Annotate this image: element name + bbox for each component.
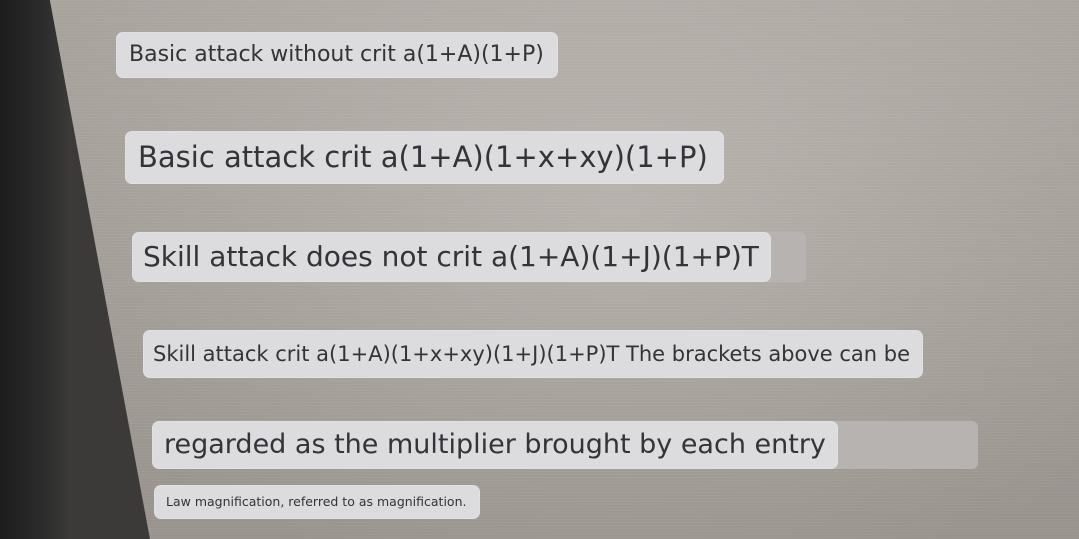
subtitle-line-skill-crit: Skill attack crit a(1+A)(1+x+xy)(1+J)(1+… — [143, 330, 924, 378]
subtitle-line-basic-no-crit: Basic attack without crit a(1+A)(1+P) — [116, 32, 558, 78]
subtitle-line-multiplier-note: regarded as the multiplier brought by ea… — [152, 421, 838, 469]
subtitle-line-skill-no-crit: Skill attack does not crit a(1+A)(1+J)(1… — [132, 232, 771, 282]
subtitle-line-basic-crit: Basic attack crit a(1+A)(1+x+xy)(1+P) — [125, 131, 724, 184]
subtitle-ghost-box — [820, 421, 978, 469]
subtitle-line-magnification-note: Law magnification, referred to as magnif… — [154, 485, 481, 519]
